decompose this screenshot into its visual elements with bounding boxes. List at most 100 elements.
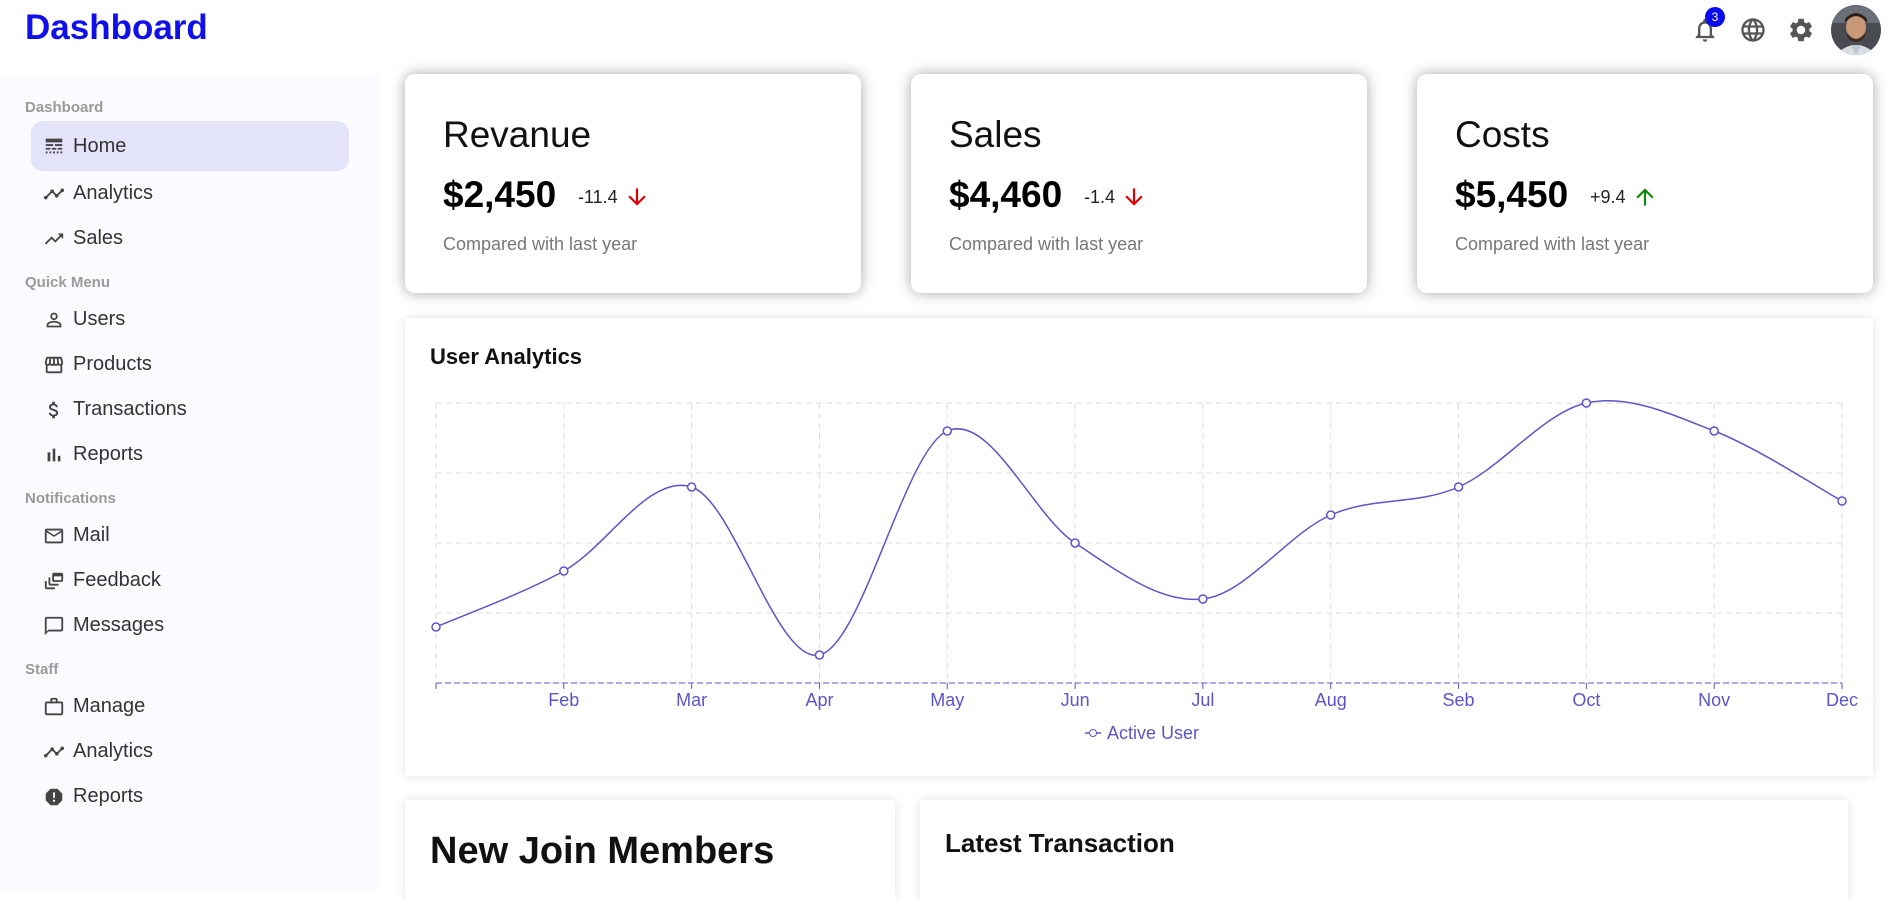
x-tick-label: Feb: [548, 690, 579, 710]
x-tick-label: Seb: [1443, 690, 1475, 710]
x-tick-label: Aug: [1315, 690, 1347, 710]
data-point: [1325, 510, 1336, 520]
data-point: [1198, 594, 1208, 604]
sidebar-item-label: Home: [73, 134, 127, 157]
user-avatar[interactable]: [1831, 5, 1881, 55]
sidebar-item-feedback[interactable]: Feedback: [31, 558, 349, 603]
sidebar-item-label: Transactions: [73, 398, 187, 420]
sidebar-item-products[interactable]: Products: [31, 342, 349, 387]
sidebar-item-label: Feedback: [73, 569, 161, 591]
work-outline-icon: [44, 697, 64, 715]
sidebar-item-label: Mail: [73, 524, 110, 546]
chat-bubble-icon: [44, 616, 64, 635]
sidebar-item-staff-analytics[interactable]: Analytics: [31, 729, 349, 774]
sidebar-item-label: Messages: [73, 614, 165, 636]
x-tick-label: Mar: [676, 690, 707, 710]
kpi-card-sales: Sales $4,460 -1.4 Compared with last yea…: [911, 74, 1367, 293]
trending-up-icon: [44, 233, 64, 244]
person-outline-icon: [46, 312, 62, 327]
kpi-rate-value: +9.4: [1590, 186, 1626, 207]
section-title-staff: Staff: [25, 661, 59, 678]
kpi-value: $2,450: [443, 174, 557, 215]
new-members-title: New Join Members: [430, 830, 775, 872]
language-button[interactable]: [1729, 6, 1777, 54]
data-point: [942, 426, 953, 436]
kpi-rate: +9.4: [1590, 184, 1658, 210]
section-title-quick-menu: Quick Menu: [25, 274, 111, 291]
data-point: [1581, 398, 1592, 408]
sidebar-item-label: Reports: [73, 785, 144, 807]
line-style-icon: [45, 138, 63, 154]
storefront-icon: [44, 356, 64, 373]
sidebar-item-users[interactable]: Users: [31, 297, 349, 342]
sidebar-item-label: Analytics: [73, 740, 154, 762]
notifications-button[interactable]: 3: [1681, 6, 1729, 54]
sidebar-item-analytics[interactable]: Analytics: [31, 171, 349, 216]
globe-icon: [1741, 18, 1765, 42]
sidebar-item-mail[interactable]: Mail: [31, 513, 349, 558]
data-point: [686, 482, 697, 492]
settings-button[interactable]: [1777, 6, 1825, 54]
kpi-value: $5,450: [1455, 174, 1569, 215]
dynamic-feed-icon: [44, 572, 64, 589]
data-point: [1837, 496, 1847, 506]
user-analytics-chart: Feb Mar Apr May Jun Jul Aug Seb Oct Nov Dec Active …: [431, 398, 1858, 743]
avatar-photo: [1831, 5, 1881, 55]
data-point: [1709, 426, 1719, 436]
arrow-down-icon: [1125, 188, 1143, 206]
series-line-active-user: [435, 399, 1843, 656]
gear-icon: [1790, 18, 1812, 42]
kpi-subtitle: Compared with last year: [949, 234, 1144, 254]
legend-label: Active User: [1107, 723, 1199, 743]
timeline-icon: [43, 188, 65, 199]
sidebar: Dashboard Home Analytics Sales Quick Men…: [0, 74, 380, 890]
latest-transaction-title: Latest Transaction: [945, 828, 1175, 858]
data-point: [1070, 538, 1080, 548]
kpi-subtitle: Compared with last year: [443, 234, 638, 254]
kpi-rate: -11.4: [578, 184, 650, 210]
sidebar-item-reports[interactable]: Reports: [31, 432, 349, 477]
x-tick-label: Oct: [1572, 690, 1600, 710]
mail-icon: [44, 528, 64, 543]
data-point: [559, 566, 569, 576]
user-analytics-panel: User Analytics Feb Mar Apr May Jun Jul Aug Seb O…: [405, 318, 1873, 776]
x-tick-label: May: [930, 690, 964, 710]
kpi-subtitle: Compared with last year: [1455, 234, 1650, 254]
data-point: [431, 622, 441, 632]
legend-marker: [1089, 729, 1097, 737]
section-title-notifications: Notifications: [25, 490, 116, 507]
sidebar-item-messages[interactable]: Messages: [31, 603, 349, 648]
kpi-rate-value: -11.4: [578, 186, 618, 207]
latest-transaction-panel: Latest Transaction: [920, 800, 1848, 900]
kpi-card-revenue: Revanue $2,450 -11.4 Compared with last …: [405, 74, 861, 293]
kpi-value: $4,460: [949, 174, 1063, 215]
x-tick-label: Apr: [805, 690, 833, 710]
data-point: [1453, 482, 1464, 492]
timeline-icon: [43, 746, 65, 757]
kpi-rate-value: -1.4: [1084, 186, 1116, 207]
sidebar-item-label: Analytics: [73, 182, 154, 204]
kpi-title: Costs: [1455, 114, 1550, 155]
notification-badge: 3: [1705, 7, 1725, 27]
sidebar-item-label: Users: [73, 308, 126, 330]
app-logo[interactable]: Dashboard: [25, 8, 208, 48]
report-icon: [45, 788, 63, 805]
sidebar-item-sales[interactable]: Sales: [31, 216, 349, 261]
arrow-down-icon: [628, 188, 646, 206]
sidebar-item-staff-reports[interactable]: Reports: [31, 774, 349, 819]
sidebar-item-label: Sales: [73, 227, 124, 249]
sidebar-item-home[interactable]: Home: [31, 121, 349, 171]
sidebar-item-transactions[interactable]: Transactions: [31, 387, 349, 432]
top-icons: 3: [1681, 5, 1881, 55]
sidebar-item-manage[interactable]: Manage: [31, 684, 349, 729]
top-bar: Dashboard 3: [0, 0, 1896, 62]
x-tick-label: Nov: [1698, 690, 1730, 710]
data-point: [814, 650, 825, 660]
new-members-panel: New Join Members: [405, 800, 895, 900]
x-tick-label: Jun: [1061, 690, 1090, 710]
sidebar-item-label: Manage: [73, 695, 146, 717]
kpi-title: Revanue: [443, 114, 592, 155]
kpi-title: Sales: [949, 114, 1042, 155]
sidebar-item-label: Reports: [73, 443, 144, 465]
